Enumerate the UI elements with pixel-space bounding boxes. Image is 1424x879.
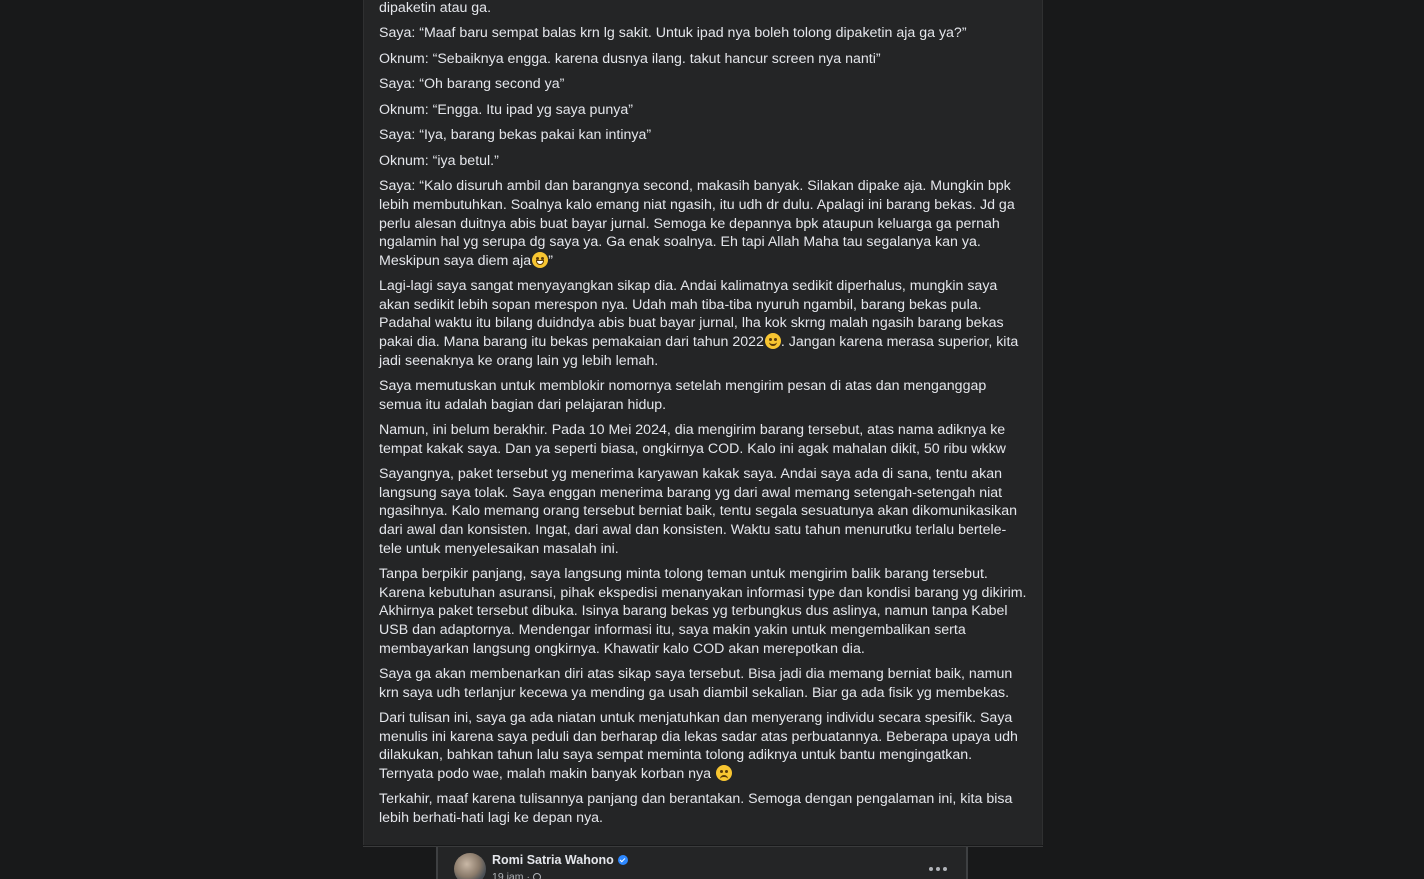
post-paragraph: Saya: “Oh barang second ya”	[379, 75, 1029, 94]
post-paragraph: Namun, ini belum berakhir. Pada 10 Mei 2…	[379, 421, 1029, 458]
paragraph-text: Oknum: “Engga. Itu ipad yg saya punya”	[379, 101, 633, 118]
post-meta: 19 jam ·	[492, 871, 542, 879]
paragraph-text: dipaketin atau ga.	[379, 0, 492, 16]
post-paragraph: Sayangnya, paket tersebut yg menerima ka…	[379, 465, 1029, 558]
post-paragraph: Saya: “Kalo disuruh ambil dan barangnya …	[379, 177, 1029, 270]
more-dot-icon	[936, 867, 940, 871]
paragraph-text: Saya: “Iya, barang bekas pakai kan intin…	[379, 127, 652, 144]
paragraph-text: Terkahir, maaf karena tulisannya panjang…	[379, 791, 1013, 826]
post-paragraph: Saya ga akan membenarkan diri atas sikap…	[379, 665, 1029, 702]
paragraph-text: Saya: “Kalo disuruh ambil dan barangnya …	[379, 178, 1015, 269]
paragraph-text-after: ”	[548, 252, 553, 269]
post-paragraph: Oknum: “iya betul.”	[379, 152, 1029, 171]
post-paragraph: Tanpa berpikir panjang, saya langsung mi…	[379, 565, 1029, 658]
post-body: dipaketin atau ga. Saya: “Maaf baru sempa…	[379, 0, 1029, 834]
paragraph-text: Sayangnya, paket tersebut yg menerima ka…	[379, 466, 1018, 557]
author-row: Romi Satria Wahono	[492, 853, 628, 867]
paragraph-text: Saya: “Maaf baru sempat balas krn lg sak…	[379, 25, 967, 42]
author-name[interactable]: Romi Satria Wahono	[492, 853, 614, 867]
more-dot-icon	[943, 867, 947, 871]
paragraph-text: Saya memutuskan untuk memblokir nomornya…	[379, 378, 987, 413]
globe-icon	[533, 873, 542, 879]
more-dot-icon	[929, 867, 933, 871]
post-paragraph: Dari tulisan ini, saya ga ada niatan unt…	[379, 709, 1029, 783]
post-paragraph: dipaketin atau ga.	[379, 0, 1029, 18]
smile-emoji-icon	[764, 333, 781, 350]
paragraph-text: Oknum: “Sebaiknya engga. karena dusnya i…	[379, 50, 881, 67]
post-card: dipaketin atau ga. Saya: “Maaf baru sempa…	[363, 0, 1043, 845]
post-paragraph: Oknum: “Sebaiknya engga. karena dusnya i…	[379, 50, 1029, 69]
author-avatar[interactable]	[454, 853, 486, 879]
shared-post-card[interactable]: Romi Satria Wahono 19 jam ·	[436, 847, 968, 879]
facebook-post-viewer: dipaketin atau ga. Saya: “Maaf baru sempa…	[0, 0, 1424, 879]
grin-emoji-icon	[532, 251, 549, 268]
verified-badge-icon	[617, 855, 628, 865]
paragraph-text: Oknum: “iya betul.”	[379, 152, 499, 169]
meta-separator: ·	[526, 871, 531, 879]
post-paragraph: Saya: “Maaf baru sempat balas krn lg sak…	[379, 24, 1029, 43]
post-time[interactable]: 19 jam	[492, 871, 524, 879]
paragraph-text: Namun, ini belum berakhir. Pada 10 Mei 2…	[379, 422, 1006, 457]
post-paragraph: Saya memutuskan untuk memblokir nomornya…	[379, 377, 1029, 414]
sad-emoji-icon	[715, 764, 732, 781]
paragraph-text: Saya ga akan membenarkan diri atas sikap…	[379, 665, 1013, 701]
paragraph-text: Dari tulisan ini, saya ga ada niatan unt…	[379, 710, 1018, 782]
post-paragraph: Terkahir, maaf karena tulisannya panjang…	[379, 790, 1029, 827]
paragraph-text: Saya: “Oh barang second ya”	[379, 76, 565, 93]
more-options-icon[interactable]	[926, 857, 950, 879]
post-paragraph: Lagi-lagi saya sangat menyayangkan sikap…	[379, 277, 1029, 370]
post-paragraph: Saya: “Iya, barang bekas pakai kan intin…	[379, 126, 1029, 145]
post-paragraph: Oknum: “Engga. Itu ipad yg saya punya”	[379, 101, 1029, 120]
paragraph-text: Tanpa berpikir panjang, saya langsung mi…	[379, 566, 1027, 657]
